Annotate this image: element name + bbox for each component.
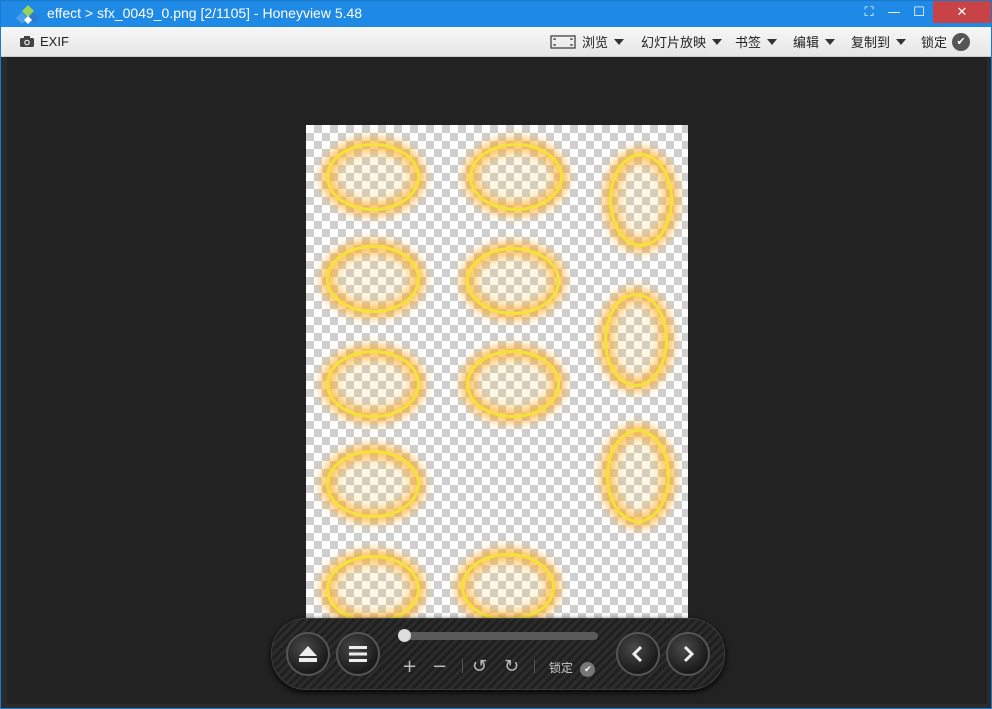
image-viewport[interactable] — [7, 57, 987, 704]
glow-ring — [326, 350, 420, 418]
glow-ring — [609, 153, 673, 247]
glow-ring — [326, 245, 420, 313]
window-title: effect > sfx_0049_0.png [2/1105] - Honey… — [47, 5, 363, 21]
minimize-button[interactable]: — — [881, 1, 907, 23]
exif-button[interactable]: EXIF — [19, 27, 69, 56]
close-icon: ✕ — [956, 4, 968, 20]
minimize-icon: — — [887, 4, 901, 20]
bookmark-label: 书签 — [735, 35, 762, 50]
zoom-in-button[interactable]: + — [402, 656, 417, 677]
slider-knob[interactable] — [398, 629, 411, 642]
glow-ring — [604, 293, 668, 387]
chevron-down-icon — [896, 38, 907, 45]
title-bar[interactable]: effect > sfx_0049_0.png [2/1105] - Honey… — [1, 1, 991, 27]
zoom-out-button[interactable]: − — [432, 656, 447, 677]
app-logo-icon — [16, 5, 40, 24]
glow-ring — [466, 247, 560, 315]
browse-menu[interactable]: 浏览 — [550, 27, 625, 56]
fullscreen-button[interactable]: ⛶ — [856, 1, 882, 23]
chevron-down-icon — [825, 38, 836, 45]
check-icon: ✔ — [580, 662, 596, 677]
chevron-down-icon — [767, 38, 778, 45]
playback-control-bar: + − ↺ ↻ 锁定 ✔ — [271, 618, 725, 690]
slideshow-menu[interactable]: 幻灯片放映 — [641, 27, 723, 56]
bookmark-menu[interactable]: 书签 — [735, 27, 778, 56]
glow-ring — [469, 143, 563, 211]
edit-label: 编辑 — [793, 35, 820, 50]
next-arrow-icon — [683, 645, 695, 663]
chevron-down-icon — [614, 38, 625, 45]
fullscreen-icon — [550, 34, 576, 49]
rotate-right-button[interactable]: ↻ — [504, 656, 519, 677]
rotate-left-button[interactable]: ↺ — [472, 656, 487, 677]
lock-label-small: 锁定 — [549, 661, 574, 675]
lock-toggle-small[interactable]: 锁定 ✔ — [549, 659, 596, 677]
menu-button[interactable] — [336, 632, 380, 676]
glow-ring — [326, 450, 420, 518]
glow-ring — [326, 555, 420, 619]
copy-to-menu[interactable]: 复制到 — [851, 27, 907, 56]
fullscreen-icon: ⛶ — [864, 4, 874, 20]
eject-button[interactable] — [286, 632, 330, 676]
glow-ring — [606, 429, 670, 523]
position-slider[interactable] — [398, 629, 598, 642]
chevron-down-icon — [712, 38, 723, 45]
divider — [534, 659, 535, 673]
prev-arrow-icon — [631, 645, 643, 663]
maximize-icon: ☐ — [913, 4, 925, 20]
browse-label: 浏览 — [582, 35, 609, 50]
close-button[interactable]: ✕ — [933, 1, 991, 23]
camera-icon — [20, 36, 34, 47]
next-button[interactable] — [666, 632, 710, 676]
toolbar: EXIF 浏览 幻灯片放映 书签 编辑 复制到 锁定 ✔ — [1, 27, 991, 57]
check-icon: ✔ — [952, 32, 971, 51]
eject-icon — [299, 646, 317, 662]
copy-to-label: 复制到 — [851, 35, 891, 50]
glow-ring — [466, 350, 560, 418]
previous-button[interactable] — [616, 632, 660, 676]
app-window: effect > sfx_0049_0.png [2/1105] - Honey… — [0, 0, 992, 709]
edit-menu[interactable]: 编辑 — [793, 27, 836, 56]
displayed-image — [306, 125, 688, 619]
glow-ring — [326, 143, 420, 211]
maximize-button[interactable]: ☐ — [906, 1, 932, 23]
menu-icon — [349, 646, 367, 662]
exif-label: EXIF — [40, 34, 69, 49]
lock-toggle[interactable]: 锁定 ✔ — [921, 27, 971, 56]
glow-ring — [461, 553, 555, 619]
slideshow-label: 幻灯片放映 — [641, 35, 707, 50]
lock-label: 锁定 — [921, 35, 948, 50]
divider — [462, 659, 463, 673]
